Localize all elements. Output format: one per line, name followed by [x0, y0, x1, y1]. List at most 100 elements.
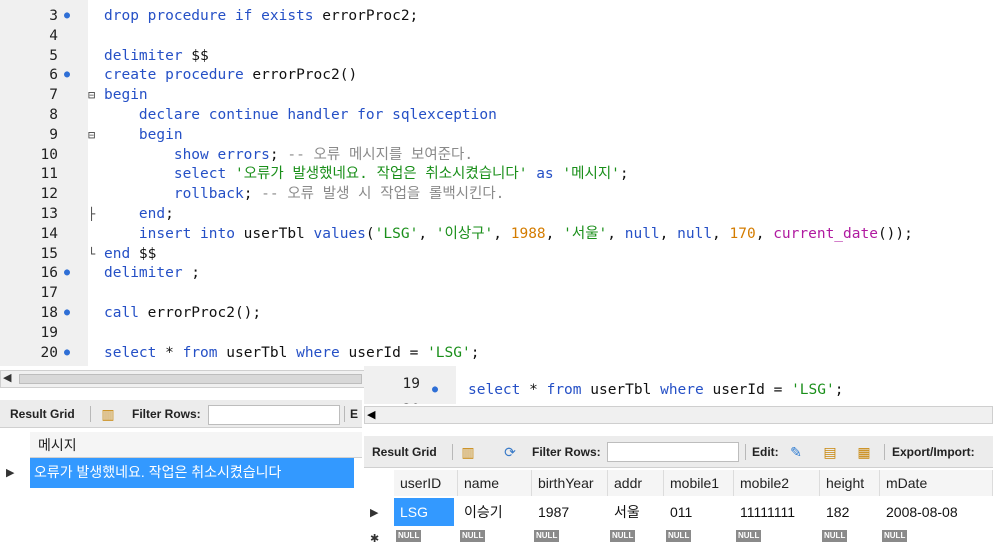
code-text: delimiter $$	[104, 47, 209, 64]
null-placeholder[interactable]: NULL	[736, 530, 762, 542]
null-placeholder[interactable]: NULL	[396, 530, 422, 542]
column-header[interactable]: birthYear	[532, 470, 608, 496]
toolbar-separator	[452, 444, 453, 460]
column-header[interactable]: mobile1	[664, 470, 734, 496]
mini-sql-editor[interactable]: 19 20 ● select * from userTbl where user…	[364, 366, 993, 404]
filter-rows-label: Filter Rows:	[532, 445, 601, 459]
table-cell[interactable]: 182	[820, 498, 880, 526]
line-number: 7	[49, 87, 58, 104]
left-result-toolbar: Result Grid ▥ Filter Rows: E	[0, 400, 362, 428]
statement-marker-icon: ●	[64, 307, 71, 318]
table-cell[interactable]: 이승기	[458, 498, 532, 526]
line-number: 6	[49, 67, 58, 84]
code-text: create procedure errorProc2()	[104, 67, 358, 84]
line-number: 3	[49, 8, 58, 24]
line-number: 5	[49, 47, 58, 64]
fold-toggle-icon[interactable]: ⊟	[88, 85, 100, 105]
delete-row-icon[interactable]: ▦	[856, 444, 872, 460]
code-line: 20 ● select * from userTbl where userId …	[364, 380, 993, 404]
statement-marker-icon: ●	[432, 384, 439, 395]
code-text: call errorProc2();	[104, 305, 262, 321]
line-number: 15	[40, 245, 58, 262]
filter-rows-input[interactable]	[607, 442, 739, 462]
edit-label-truncated: E	[350, 407, 359, 421]
code-line: 19	[0, 323, 993, 343]
null-placeholder[interactable]: NULL	[822, 530, 848, 542]
code-line: 7 ⊟ begin	[0, 85, 993, 105]
code-line: 9 ⊟ begin	[0, 125, 993, 145]
line-number: 12	[40, 186, 58, 203]
statement-marker-icon: ●	[64, 267, 71, 279]
code-line: 12 rollback; -- 오류 발생 시 작업을 롤백시킨다.	[0, 184, 993, 204]
line-number: 19	[40, 324, 58, 341]
add-row-icon[interactable]: ▤	[822, 444, 838, 460]
column-header[interactable]: addr	[608, 470, 664, 496]
horizontal-scrollbar[interactable]: ◀	[364, 406, 993, 424]
code-text: insert into userTbl values('LSG', '이상구',…	[138, 225, 913, 242]
editor-horizontal-scrollbar[interactable]: ◀	[0, 370, 365, 388]
grid-layout-icon[interactable]: ▥	[100, 406, 116, 422]
current-row-arrow-icon: ▶	[6, 467, 15, 479]
edit-cell-icon[interactable]: ✎	[788, 444, 804, 460]
code-text: begin	[104, 87, 148, 104]
line-number: 17	[40, 285, 58, 302]
filter-rows-input[interactable]	[208, 405, 340, 425]
code-text: select * from userTbl where userId = 'LS…	[468, 382, 844, 398]
table-cell[interactable]: 011	[664, 498, 734, 526]
line-number: 10	[40, 146, 58, 163]
code-text: select * from userTbl where userId = 'LS…	[104, 344, 480, 361]
table-cell[interactable]: 11111111	[734, 498, 820, 526]
right-result-toolbar: Result Grid ▥ ⟳ Filter Rows: Edit: ✎ ▤ ▦…	[364, 436, 993, 468]
null-placeholder[interactable]: NULL	[666, 530, 692, 542]
fold-toggle-icon[interactable]: ├	[88, 204, 100, 224]
line-number: 9	[49, 126, 58, 143]
line-number: 13	[40, 206, 58, 222]
code-line: 3 ● drop procedure if exists errorProc2;	[0, 6, 993, 26]
null-placeholder[interactable]: NULL	[882, 530, 908, 542]
column-header[interactable]: userID	[394, 470, 458, 496]
grid-layout-icon[interactable]: ▥	[460, 444, 476, 460]
sql-editor[interactable]: 3 ● drop procedure if exists errorProc2; 4 5…	[0, 0, 993, 366]
line-number: 16	[40, 265, 58, 282]
code-line: 15 └ end $$	[0, 244, 993, 264]
scrollbar-thumb[interactable]	[19, 374, 362, 384]
table-cell[interactable]: 2008-08-08	[880, 498, 993, 526]
code-text: drop procedure if exists errorProc2;	[104, 8, 419, 24]
refresh-icon[interactable]: ⟳	[502, 444, 518, 460]
code-line: 18 ● call errorProc2();	[0, 303, 993, 323]
code-line: 19	[364, 366, 993, 392]
fold-toggle-icon[interactable]: └	[88, 244, 100, 264]
code-text: begin	[138, 126, 183, 143]
code-line: 20 ● select * from userTbl where userId = …	[0, 343, 993, 363]
code-text: end $$	[104, 245, 157, 262]
current-row-arrow-icon: ▶	[370, 507, 379, 519]
result-grid-tab[interactable]: Result Grid	[10, 407, 75, 421]
table-row-selected[interactable]: 오류가 발생했네요. 작업은 취소시켰습니다	[30, 458, 354, 488]
toolbar-separator	[884, 444, 885, 460]
null-placeholder[interactable]: NULL	[534, 530, 560, 542]
line-number: 8	[49, 107, 58, 123]
line-number: 4	[49, 27, 58, 44]
null-placeholder[interactable]: NULL	[460, 530, 486, 542]
column-header[interactable]: mDate	[880, 470, 993, 496]
export-import-label[interactable]: Export/Import:	[892, 445, 975, 459]
null-placeholder[interactable]: NULL	[610, 530, 636, 542]
code-line: 6 ● create procedure errorProc2()	[0, 65, 993, 85]
code-text: select '오류가 발생했네요. 작업은 취소시켰습니다' as '메시지'…	[173, 166, 629, 183]
column-header[interactable]: height	[820, 470, 880, 496]
code-text: end;	[138, 206, 174, 222]
table-cell[interactable]: 서울	[608, 498, 664, 526]
fold-toggle-icon[interactable]: ⊟	[88, 125, 100, 145]
code-line: 16 ● delimiter ;	[0, 263, 993, 283]
left-result-panel: Result Grid ▥ Filter Rows: E 메시지 ▶ 오류가 발…	[0, 392, 362, 552]
table-cell[interactable]: LSG	[394, 498, 454, 526]
line-number: 14	[40, 225, 58, 242]
scroll-left-icon[interactable]: ◀	[3, 371, 11, 384]
table-cell[interactable]: 1987	[532, 498, 608, 526]
column-header[interactable]: mobile2	[734, 470, 820, 496]
column-header[interactable]: name	[458, 470, 532, 496]
column-header-message[interactable]: 메시지	[30, 432, 362, 458]
line-number: 18	[40, 305, 58, 321]
scroll-left-icon[interactable]: ◀	[367, 408, 375, 421]
result-grid-tab[interactable]: Result Grid	[372, 445, 437, 459]
